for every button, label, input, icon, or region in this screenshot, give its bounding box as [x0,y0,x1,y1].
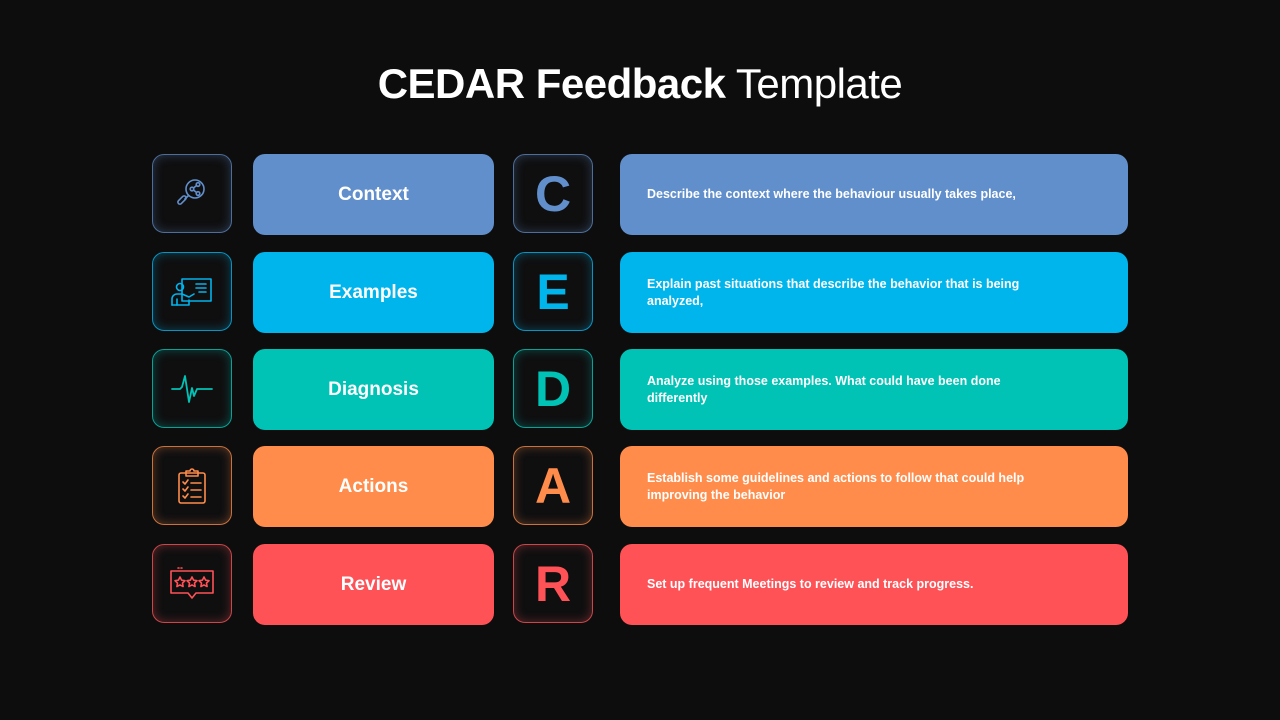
label-actions: Actions [253,446,494,527]
heartbeat-icon [170,371,214,407]
letter-tile-context: C [513,154,593,233]
description-text: Analyze using those examples. What could… [647,373,1001,405]
label-text: Review [340,573,407,595]
letter-tile-actions: A [513,446,593,525]
rating-stars-icon [167,564,217,604]
letter-e: E [536,263,570,320]
page-title: CEDAR Feedback Template [0,60,1280,108]
icon-tile-diagnosis [152,349,232,428]
title-light: Template [735,60,903,107]
letter-d: D [534,360,572,417]
letter-r: R [534,555,572,612]
letter-a: A [534,457,572,514]
label-text: Diagnosis [328,378,419,400]
description-examples: Explain past situations that describe th… [620,252,1128,333]
description-text: Establish some guidelines and actions to… [647,470,1025,502]
letter-tile-diagnosis: D [513,349,593,428]
letter-tile-review: R [513,544,593,623]
magnifier-share-icon [172,174,212,214]
cedar-row-review: Review R Set up frequent Meetings to rev… [0,544,1280,625]
icon-tile-actions [152,446,232,525]
label-text: Context [338,183,409,205]
letter-c: C [534,165,572,222]
presenter-board-icon [169,272,215,312]
title-bold: CEDAR Feedback [377,60,726,107]
cedar-row-actions: Actions A Establish some guidelines and … [0,446,1280,527]
clipboard-checklist-icon [174,466,210,506]
description-text: Describe the context where the behaviour… [647,187,1016,201]
label-review: Review [253,544,494,625]
description-review: Set up frequent Meetings to review and t… [620,544,1128,625]
cedar-row-context: Context C Describe the context where the… [0,154,1280,235]
label-text: Examples [329,281,418,303]
label-text: Actions [338,475,409,497]
cedar-row-diagnosis: Diagnosis D Analyze using those examples… [0,349,1280,430]
letter-tile-examples: E [513,252,593,331]
description-text: Explain past situations that describe th… [647,276,1020,308]
label-context: Context [253,154,494,235]
cedar-row-examples: Examples E Explain past situations that … [0,252,1280,333]
description-context: Describe the context where the behaviour… [620,154,1128,235]
label-examples: Examples [253,252,494,333]
description-actions: Establish some guidelines and actions to… [620,446,1128,527]
label-diagnosis: Diagnosis [253,349,494,430]
icon-tile-review [152,544,232,623]
icon-tile-examples [152,252,232,331]
description-text: Set up frequent Meetings to review and t… [647,577,974,591]
description-diagnosis: Analyze using those examples. What could… [620,349,1128,430]
icon-tile-context [152,154,232,233]
